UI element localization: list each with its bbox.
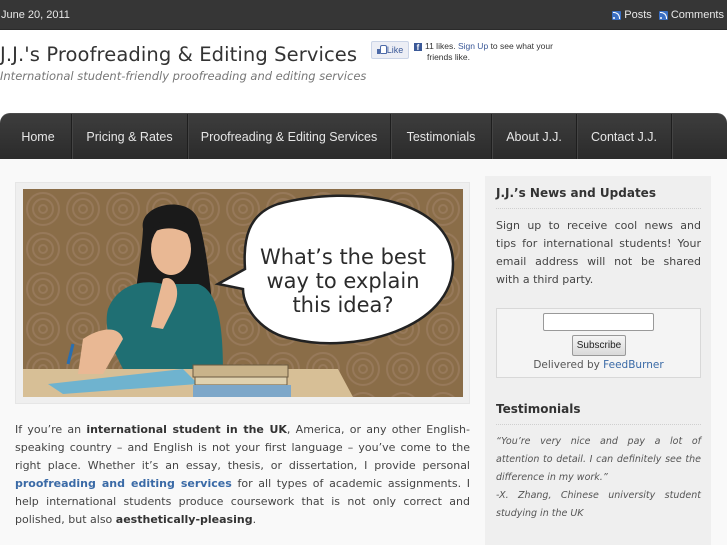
news-widget: J.J.’s News and Updates Sign up to recei… [496, 186, 701, 289]
site-tagline: International student-friendly proofread… [0, 69, 367, 83]
main-navigation: Home Pricing & Rates Proofreading & Edit… [0, 113, 727, 159]
site-title[interactable]: J.J.'s Proofreading & Editing Services [0, 43, 357, 66]
nav-home[interactable]: Home [0, 114, 72, 159]
feed-links: Posts Comments [612, 9, 724, 21]
main-content-area: What’s the best way to explain this idea… [0, 159, 727, 545]
comments-feed-link[interactable]: Comments [658, 9, 724, 21]
hero-illustration: What’s the best way to explain this idea… [23, 189, 463, 397]
nav-contact[interactable]: Contact J.J. [577, 114, 672, 159]
subscribe-form: Subscribe Delivered by FeedBurner [496, 308, 701, 378]
facebook-like-info: f 11 likes. Sign Up to see what your frie… [414, 41, 564, 63]
current-date: June 20, 2011 [1, 9, 70, 21]
testimonial-attribution: -X. Zhang, Chinese university student st… [496, 490, 701, 519]
proofreading-services-link[interactable]: proofreading and editing services [15, 477, 232, 490]
nav-pricing-rates[interactable]: Pricing & Rates [72, 114, 188, 159]
email-input[interactable] [543, 313, 654, 331]
like-label: Like [386, 45, 404, 55]
delivered-by: Delivered by FeedBurner [497, 359, 700, 371]
intro-bold-aesthetically-pleasing: aesthetically-pleasing [115, 513, 253, 526]
intro-bold-international-student: international student in the UK [86, 423, 287, 436]
sidebar: J.J.’s News and Updates Sign up to recei… [485, 176, 711, 545]
facebook-icon: f [414, 43, 422, 52]
book-stack [192, 364, 289, 378]
intro-text: If you’re an [15, 423, 87, 436]
delivered-by-text: Delivered by [533, 359, 604, 371]
speech-line-1: What’s the best [260, 245, 426, 269]
speech-line-2: way to explain [266, 269, 419, 293]
facebook-like-button[interactable]: Like [371, 41, 409, 59]
news-widget-title: J.J.’s News and Updates [496, 186, 701, 209]
nav-proofreading-editing-services[interactable]: Proofreading & Editing Services [188, 114, 391, 159]
nav-about[interactable]: About J.J. [492, 114, 577, 159]
news-widget-text: Sign up to receive cool news and tips fo… [496, 219, 701, 286]
student-illustration: What’s the best way to explain this idea… [23, 189, 463, 397]
like-count: 11 likes. [425, 41, 456, 51]
rss-icon [658, 10, 668, 20]
feedburner-link[interactable]: FeedBurner [603, 359, 663, 371]
speech-line-3: this idea? [292, 293, 393, 317]
facebook-signup-link[interactable]: Sign Up [458, 41, 488, 51]
like-rest-text: to see what your [490, 41, 553, 51]
thumbs-up-icon [376, 45, 387, 54]
nav-testimonials[interactable]: Testimonials [391, 114, 492, 159]
posts-feed-label: Posts [624, 9, 652, 21]
intro-paragraph: If you’re an international student in th… [15, 421, 470, 529]
like-line2: friends like. [427, 52, 470, 62]
top-bar: June 20, 2011 Posts Comments [0, 0, 727, 30]
rss-icon [612, 10, 622, 20]
testimonial-quote: “You’re very nice and pay a lot of atten… [496, 436, 701, 483]
posts-feed-link[interactable]: Posts [612, 9, 652, 21]
testimonials-widget-title: Testimonials [496, 402, 701, 425]
hero-image-frame: What’s the best way to explain this idea… [15, 182, 470, 404]
subscribe-button[interactable]: Subscribe [572, 335, 626, 356]
testimonials-widget: Testimonials “You’re very nice and pay a… [496, 402, 701, 523]
comments-feed-label: Comments [670, 9, 724, 21]
intro-text: . [252, 513, 257, 526]
